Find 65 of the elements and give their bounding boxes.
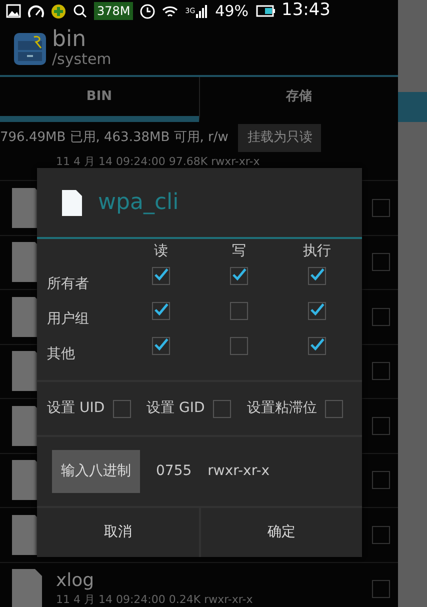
dialog-button[interactable]: 确定 [198, 508, 362, 557]
octal-value: 0755 [156, 462, 192, 481]
checkbox[interactable] [152, 337, 170, 355]
option-label: 设置 UID [47, 399, 105, 418]
permission-string: rwxr-xr-x [208, 462, 270, 481]
memory-indicator: 378M [94, 2, 134, 20]
checkbox[interactable] [308, 337, 326, 355]
checkmark-icon [309, 336, 325, 352]
file-checkbox[interactable] [372, 362, 390, 380]
column-header: 读 [153, 242, 169, 261]
checkbox[interactable] [308, 302, 326, 320]
file-checkbox[interactable] [372, 580, 390, 598]
checkbox[interactable] [230, 302, 248, 320]
battery-percent: 49% [215, 0, 248, 22]
file-checkbox[interactable] [372, 253, 390, 272]
column-header: 写 [231, 242, 247, 261]
checkbox[interactable] [308, 267, 326, 285]
checkmark-icon [309, 301, 325, 317]
file-details: 11 4 月 14 09:24:00 0.24K rwxr-xr-x [56, 592, 254, 607]
checkmark-icon [153, 301, 169, 317]
row-label: 所有者 [47, 275, 90, 294]
storage-info: 796.49MB 已用, 463.38MB 可用, r/w [0, 129, 228, 148]
row-label: 用户组 [47, 310, 90, 329]
plus-icon [51, 4, 66, 18]
battery-icon [256, 5, 274, 17]
app-icon [14, 32, 46, 64]
gauge-icon [28, 4, 44, 18]
checkbox[interactable] [152, 302, 170, 320]
checkbox[interactable] [212, 400, 231, 418]
checkbox[interactable] [230, 267, 248, 285]
column-header: 执行 [302, 242, 332, 261]
checkbox[interactable] [324, 400, 343, 418]
option-label: 设置 GID [146, 399, 205, 418]
checkmark-icon [153, 266, 169, 282]
picture-icon [6, 4, 21, 18]
search-icon [73, 4, 87, 18]
checkmark-icon [231, 266, 247, 282]
folder-path: /system [52, 51, 112, 68]
header-bar [398, 92, 427, 122]
octal-button[interactable]: 输入八进制 [52, 450, 140, 493]
checkmark-icon [309, 266, 325, 282]
file-name: xlog [56, 570, 96, 592]
row-label: 其他 [47, 345, 76, 364]
file-checkbox[interactable] [372, 526, 390, 544]
checkbox[interactable] [112, 400, 131, 418]
dialog-button[interactable]: 取消 [37, 508, 198, 557]
option-label: 设置粘滞位 [246, 399, 317, 418]
file-icon [12, 569, 42, 607]
checkbox[interactable] [152, 267, 170, 285]
file-checkbox[interactable] [372, 198, 390, 217]
file-details: 11 4 月 14 09:24:00 97.68K rwxr-xr-x [56, 154, 261, 170]
mount-button[interactable]: 挂载为只读 [238, 124, 322, 152]
file-checkbox[interactable] [372, 416, 390, 435]
tab[interactable]: BIN [0, 77, 198, 122]
wifi-icon [162, 4, 178, 18]
clock-icon [140, 4, 156, 18]
checkbox[interactable] [230, 337, 248, 355]
file-icon [62, 190, 82, 216]
dialog-title: wpa_cli [98, 189, 179, 217]
signal-icon [196, 4, 208, 18]
clock-time: 13:43 [282, 0, 330, 22]
file-checkbox[interactable] [372, 308, 390, 326]
app-title: bin [52, 29, 88, 52]
checkmark-icon [153, 336, 169, 352]
file-checkbox[interactable] [372, 471, 390, 490]
